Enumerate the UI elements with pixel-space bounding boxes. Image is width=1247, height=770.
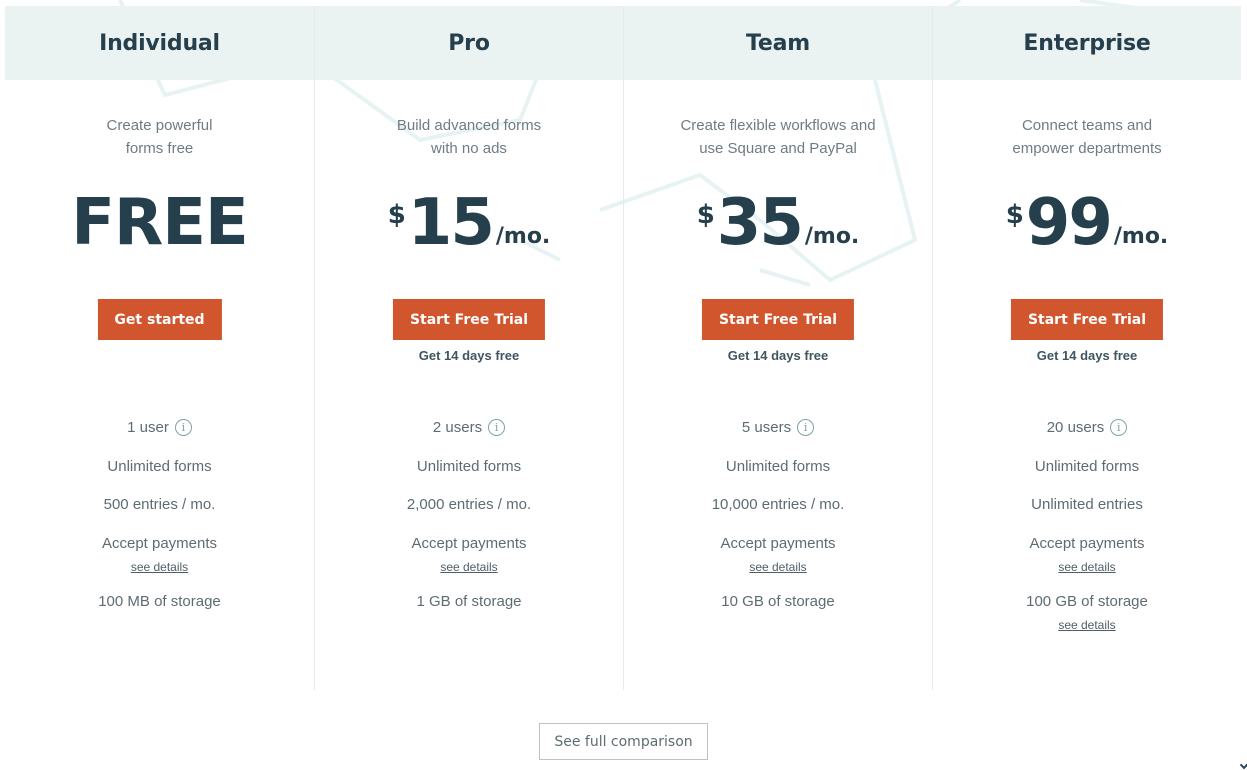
see-details-link[interactable]: see details [624, 559, 932, 575]
plan-name: Pro [448, 30, 490, 56]
trial-note: Get 14 days free [727, 348, 829, 363]
feature-forms: Unlimited forms [725, 458, 831, 475]
start-free-trial-button[interactable]: Start Free Trial [701, 299, 855, 340]
trial-note: Get 14 days free [418, 348, 520, 363]
plan-features: 2 users i Unlimited forms 2,000 entries … [315, 416, 623, 613]
feature-storage: 10 GB of storage [721, 593, 835, 610]
plan-card-enterprise: Enterprise Connect teams and empower dep… [932, 6, 1241, 690]
price-period: /mo. [1113, 224, 1169, 249]
price-period: /mo. [495, 224, 551, 249]
plan-features: 20 users i Unlimited forms Unlimited ent… [933, 416, 1241, 633]
feature-entries: 10,000 entries / mo. [711, 496, 845, 513]
plan-price: $ 99 /mo. [933, 188, 1241, 258]
feature-entries: 2,000 entries / mo. [406, 496, 532, 513]
plan-tagline: Create powerful forms free [106, 117, 213, 157]
plan-name: Enterprise [1023, 30, 1151, 56]
feature-payments: Accept payments [101, 535, 218, 552]
price-period: /mo. [804, 224, 860, 249]
info-icon[interactable]: i [797, 419, 815, 436]
plan-card-individual: Individual Create powerful forms free FR… [5, 6, 314, 690]
start-free-trial-button[interactable]: Start Free Trial [1010, 299, 1164, 340]
price-free: FREE [71, 186, 248, 260]
feature-users: 2 users i [315, 416, 623, 439]
get-started-button[interactable]: Get started [97, 299, 222, 340]
price-currency: $ [1005, 200, 1024, 230]
plan-tagline: Build advanced forms with no ads [396, 117, 542, 157]
plan-price: $ 35 /mo. [624, 188, 932, 258]
plan-card-pro: Pro Build advanced forms with no ads $ 1… [314, 6, 623, 690]
feature-entries: 500 entries / mo. [103, 496, 216, 513]
info-icon[interactable]: i [488, 419, 506, 436]
corner-arrow-icon [1239, 760, 1247, 770]
plan-features: 5 users i Unlimited forms 10,000 entries… [624, 416, 932, 613]
plan-price: FREE [5, 188, 314, 258]
plan-price: $ 15 /mo. [315, 188, 623, 258]
feature-entries: Unlimited entries [1031, 496, 1143, 513]
price-amount: 15 [407, 186, 495, 260]
feature-users: 5 users i [624, 416, 932, 439]
plan-card-team: Team Create flexible workflows and use S… [623, 6, 932, 690]
plan-name: Team [746, 30, 810, 56]
price-currency: $ [696, 200, 715, 230]
feature-storage: 1 GB of storage [416, 593, 522, 610]
plan-tagline: Create flexible workflows and use Square… [680, 117, 876, 157]
info-icon[interactable]: i [1110, 419, 1128, 436]
see-details-link[interactable]: see details [315, 559, 623, 575]
feature-payments: Accept payments [411, 535, 527, 552]
feature-payments: Accept payments [1029, 535, 1145, 552]
pricing-columns: Individual Create powerful forms free FR… [5, 6, 1241, 690]
info-icon[interactable]: i [174, 419, 192, 436]
feature-forms: Unlimited forms [1034, 458, 1140, 475]
feature-payments: Accept payments [720, 535, 836, 552]
plan-features: 1 user i Unlimited forms 500 entries / m… [5, 416, 314, 613]
plan-name: Individual [99, 30, 220, 56]
see-details-link[interactable]: see details [5, 559, 314, 575]
see-details-link[interactable]: see details [933, 617, 1241, 633]
feature-storage: 100 MB of storage [98, 593, 221, 610]
plan-tagline: Connect teams and empower departments [1012, 117, 1162, 157]
price-amount: 35 [716, 186, 804, 260]
price-amount: 99 [1025, 186, 1113, 260]
price-currency: $ [387, 200, 406, 230]
feature-forms: Unlimited forms [107, 458, 212, 475]
see-details-link[interactable]: see details [933, 559, 1241, 575]
feature-forms: Unlimited forms [416, 458, 522, 475]
feature-storage: 100 GB of storage [1026, 593, 1148, 610]
feature-users: 20 users i [933, 416, 1241, 439]
feature-users: 1 user i [5, 416, 314, 439]
start-free-trial-button[interactable]: Start Free Trial [392, 299, 546, 340]
trial-note: Get 14 days free [1036, 348, 1138, 363]
see-full-comparison-button[interactable]: See full comparison [539, 723, 708, 760]
